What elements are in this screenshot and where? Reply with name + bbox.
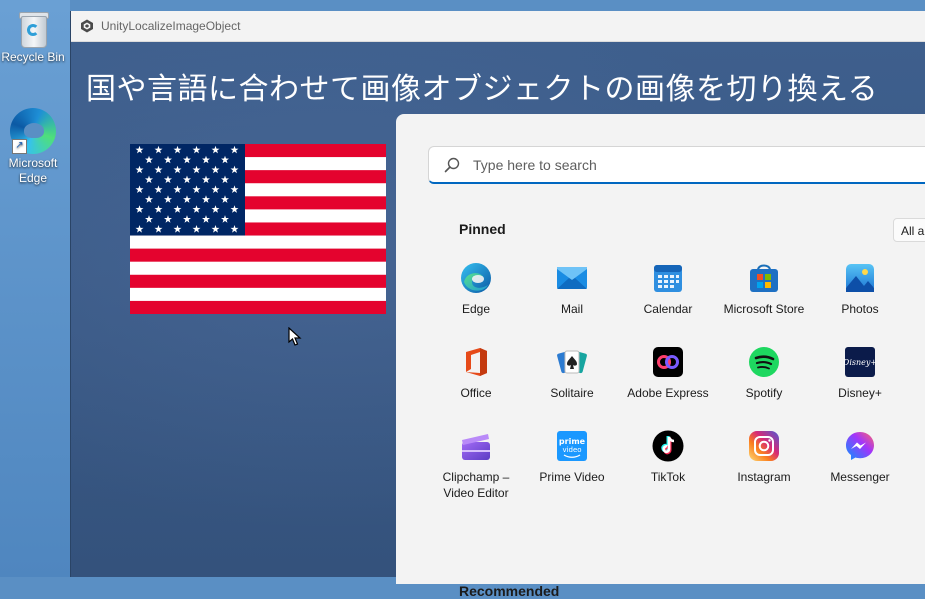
messenger-icon	[844, 430, 876, 462]
calendar-icon	[652, 262, 684, 294]
pinned-app-microsoft-store[interactable]: Microsoft Store	[716, 262, 812, 346]
pinned-app-tiktok[interactable]: TikTok	[620, 430, 716, 514]
pinned-app-prime-video[interactable]: prime video Prime Video	[524, 430, 620, 514]
solitaire-icon	[556, 346, 588, 378]
window-title: UnityLocalizeImageObject	[101, 19, 241, 33]
pinned-app-mail[interactable]: Mail	[524, 262, 620, 346]
pinned-app-instagram[interactable]: Instagram	[716, 430, 812, 514]
app-window: UnityLocalizeImageObject 国や言語に合わせて画像オブジェ…	[70, 11, 925, 599]
flag-stripe	[130, 235, 386, 249]
start-menu: Pinned All ap Edge	[396, 114, 925, 599]
app-label: Mail	[560, 302, 583, 316]
app-label: Edge	[461, 302, 491, 316]
search-box[interactable]	[428, 146, 925, 184]
photos-icon	[844, 262, 876, 294]
app-label: Prime Video	[539, 470, 605, 484]
mouse-cursor-icon	[288, 327, 302, 346]
app-label: Calendar	[643, 302, 693, 316]
prime-video-icon: prime video	[556, 430, 588, 462]
desktop-icon-label: Microsoft Edge	[8, 156, 58, 185]
page-title: 国や言語に合わせて画像オブジェクトの画像を切り換える	[86, 73, 879, 106]
unity-icon	[81, 19, 93, 33]
app-label: Photos	[841, 302, 879, 316]
game-view: 国や言語に合わせて画像オブジェクトの画像を切り換える Pinned All ap	[71, 42, 925, 599]
recycle-bin-icon	[16, 8, 50, 48]
app-label: Messenger	[830, 470, 890, 484]
store-icon	[748, 262, 780, 294]
adobe-express-icon	[652, 346, 684, 378]
office-icon	[460, 346, 492, 378]
pinned-app-calendar[interactable]: Calendar	[620, 262, 716, 346]
desktop: Recycle Bin ↗ Microsoft Edge	[0, 0, 70, 577]
pinned-app-solitaire[interactable]: Solitaire	[524, 346, 620, 430]
flag-stripe	[130, 300, 386, 314]
edge-icon: ↗	[10, 108, 56, 154]
pinned-app-adobe-express[interactable]: Adobe Express	[620, 346, 716, 430]
app-label: TikTok	[650, 470, 686, 484]
instagram-icon	[748, 430, 780, 462]
svg-text:Disney+: Disney+	[844, 358, 876, 367]
clipchamp-icon	[460, 430, 492, 462]
disney-plus-icon: Disney+	[842, 346, 877, 378]
app-label: Clipchamp – Video Editor	[442, 470, 510, 500]
pinned-app-messenger[interactable]: Messenger	[812, 430, 908, 514]
app-label: Microsoft Store	[723, 302, 805, 316]
app-label: Adobe Express	[627, 386, 709, 400]
pinned-app-spotify[interactable]: Spotify	[716, 346, 812, 430]
app-label: Solitaire	[550, 386, 594, 400]
spotify-icon	[748, 346, 780, 378]
us-flag-image	[130, 144, 386, 314]
desktop-icon-edge[interactable]: ↗ Microsoft Edge	[0, 108, 66, 186]
svg-text:video: video	[562, 446, 581, 454]
pinned-app-disney-plus[interactable]: Disney+ Disney+	[812, 346, 908, 430]
flag-stripe	[130, 274, 386, 289]
app-label: Office	[460, 386, 492, 400]
pinned-heading: Pinned	[459, 221, 506, 237]
pinned-app-office[interactable]: Office	[428, 346, 524, 430]
app-label: Disney+	[838, 386, 882, 400]
app-label: Instagram	[737, 470, 791, 484]
search-icon	[444, 157, 460, 172]
search-input[interactable]	[471, 155, 895, 174]
flag-stripe	[130, 287, 386, 302]
mail-icon	[556, 262, 588, 294]
tiktok-icon	[652, 430, 684, 462]
pinned-apps-grid: Edge Mail Calendar Microsoft Store Photo…	[428, 262, 925, 514]
edge-icon	[460, 262, 492, 294]
svg-text:prime: prime	[559, 437, 586, 446]
all-apps-button[interactable]: All ap	[893, 218, 925, 242]
pinned-app-photos[interactable]: Photos	[812, 262, 908, 346]
desktop-icon-label: Recycle Bin	[1, 50, 65, 64]
flag-stripe	[130, 248, 386, 262]
app-label: Spotify	[745, 386, 783, 400]
recommended-heading: Recommended	[459, 583, 560, 599]
window-titlebar[interactable]: UnityLocalizeImageObject	[71, 11, 925, 42]
pinned-app-edge[interactable]: Edge	[428, 262, 524, 346]
desktop-icon-recycle-bin[interactable]: Recycle Bin	[0, 8, 66, 65]
flag-stripe	[130, 261, 386, 276]
pinned-app-clipchamp[interactable]: Clipchamp – Video Editor	[428, 430, 524, 514]
